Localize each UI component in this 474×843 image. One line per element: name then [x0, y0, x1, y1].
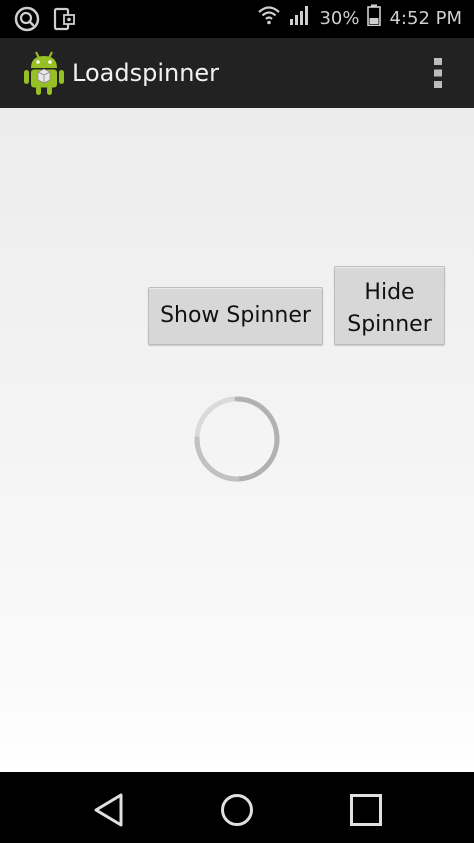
status-indicators: 30% 4:52 PM [257, 4, 462, 34]
search-icon [14, 6, 40, 36]
android-robot-icon [22, 50, 66, 96]
content-area: Show Spinner Hide Spinner [0, 108, 474, 772]
status-bar: 30% 4:52 PM [0, 0, 474, 38]
signal-icon [289, 4, 311, 34]
battery-text: 30% [319, 8, 360, 29]
phone-settings-icon [52, 6, 76, 36]
recents-icon[interactable] [346, 790, 386, 830]
wifi-icon [257, 4, 281, 34]
home-icon[interactable] [217, 790, 257, 830]
hide-spinner-button[interactable]: Hide Spinner [334, 266, 445, 345]
back-icon[interactable] [90, 790, 130, 830]
status-notifications [14, 6, 76, 36]
battery-icon [367, 4, 382, 34]
navigation-bar [0, 772, 474, 843]
overflow-menu-icon[interactable] [430, 56, 446, 90]
app-title: Loadspinner [72, 59, 220, 87]
show-spinner-button[interactable]: Show Spinner [148, 287, 323, 345]
action-bar: Loadspinner [0, 38, 474, 109]
phone-screen: 30% 4:52 PM Loadspinner Show Spinner Hid… [0, 0, 474, 843]
loading-spinner [192, 394, 282, 484]
clock-time: 4:52 PM [389, 8, 462, 29]
